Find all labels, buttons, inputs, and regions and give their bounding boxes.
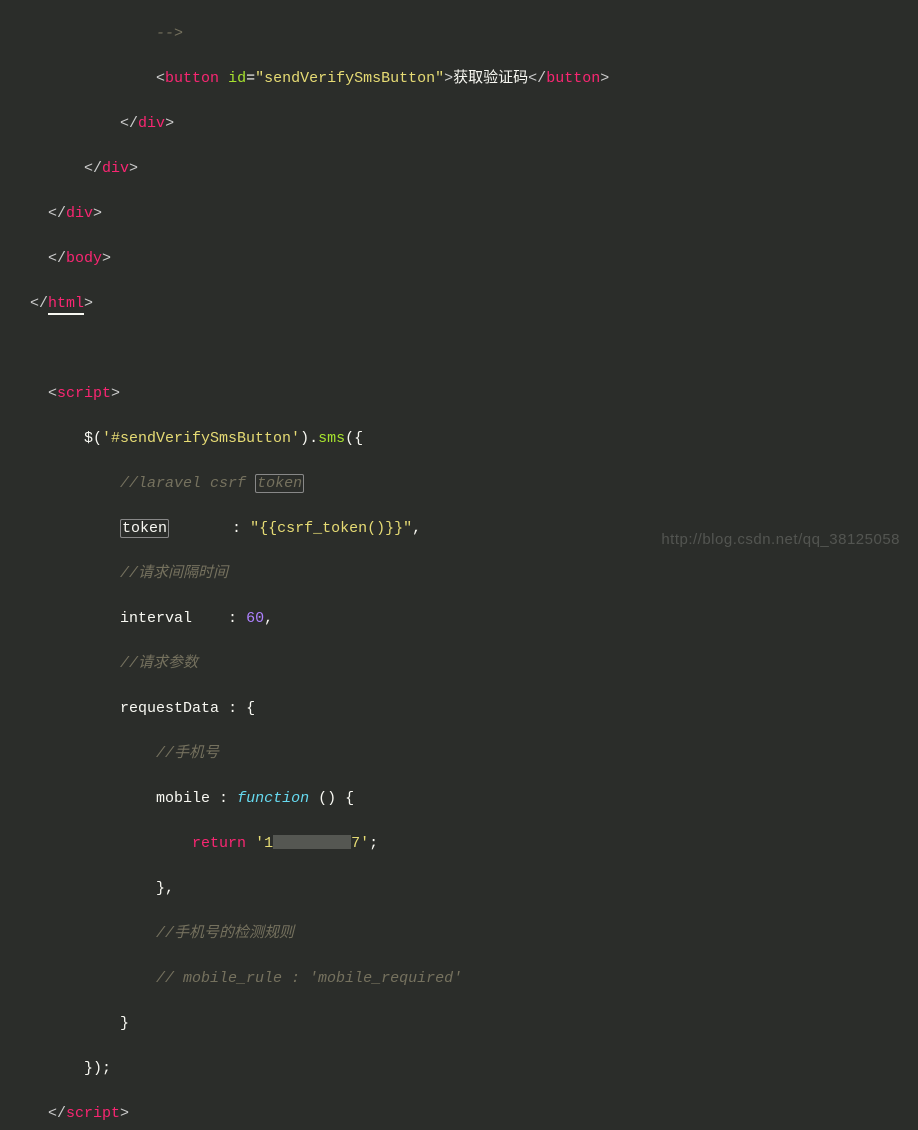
code-line: interval : 60, — [12, 608, 906, 631]
watermark: http://blog.csdn.net/qq_38125058 — [661, 529, 900, 552]
code-line: } — [12, 1013, 906, 1036]
code-line: </div> — [12, 113, 906, 136]
code-line: }); — [12, 1058, 906, 1081]
code-line: //手机号 — [12, 743, 906, 766]
code-line: $('#sendVerifySmsButton').sms({ — [12, 428, 906, 451]
code-line: </script> — [12, 1103, 906, 1126]
code-line: </body> — [12, 248, 906, 271]
code-editor: --> <button id="sendVerifySmsButton">获取验… — [0, 0, 918, 1130]
code-line: <script> — [12, 383, 906, 406]
code-line: mobile : function () { — [12, 788, 906, 811]
code-line: }, — [12, 878, 906, 901]
redacted-block — [273, 835, 351, 849]
code-line: return '17'; — [12, 833, 906, 856]
code-line: requestData : { — [12, 698, 906, 721]
code-line: // mobile_rule : 'mobile_required' — [12, 968, 906, 991]
code-line: </html> — [12, 293, 906, 316]
code-line: //laravel csrf token — [12, 473, 906, 496]
code-line — [12, 338, 906, 361]
code-line: //手机号的检测规则 — [12, 923, 906, 946]
code-line: --> — [12, 23, 906, 46]
code-line: <button id="sendVerifySmsButton">获取验证码</… — [12, 68, 906, 91]
code-line: </div> — [12, 158, 906, 181]
code-line: </div> — [12, 203, 906, 226]
code-line: //请求参数 — [12, 653, 906, 676]
code-line: //请求间隔时间 — [12, 563, 906, 586]
